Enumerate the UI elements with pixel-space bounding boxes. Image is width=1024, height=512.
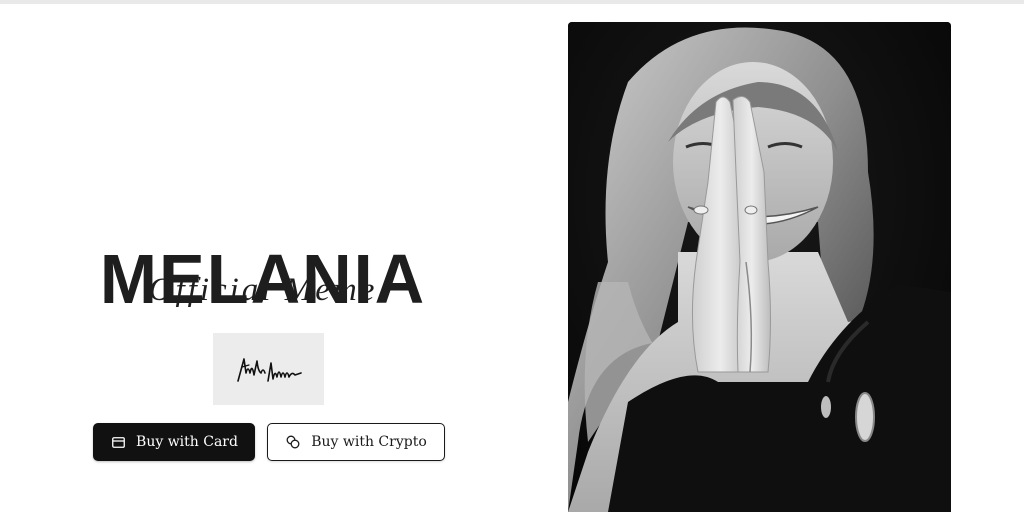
portrait-image [568,22,951,512]
signature-card [213,333,324,405]
buy-with-card-button[interactable]: Buy with Card [93,423,255,461]
credit-card-icon [110,434,126,450]
buy-with-crypto-button[interactable]: Buy with Crypto [267,423,445,461]
signature-icon [237,358,302,382]
buy-with-crypto-label: Buy with Crypto [311,434,427,450]
buy-with-card-label: Buy with Card [136,434,238,450]
page: MELANIA Official Meme Buy with Card Buy … [0,0,1024,512]
hero-panel: MELANIA Official Meme Buy with Card Buy … [0,0,540,512]
coins-icon [285,434,301,450]
page-subtitle: Official Meme [148,272,378,308]
